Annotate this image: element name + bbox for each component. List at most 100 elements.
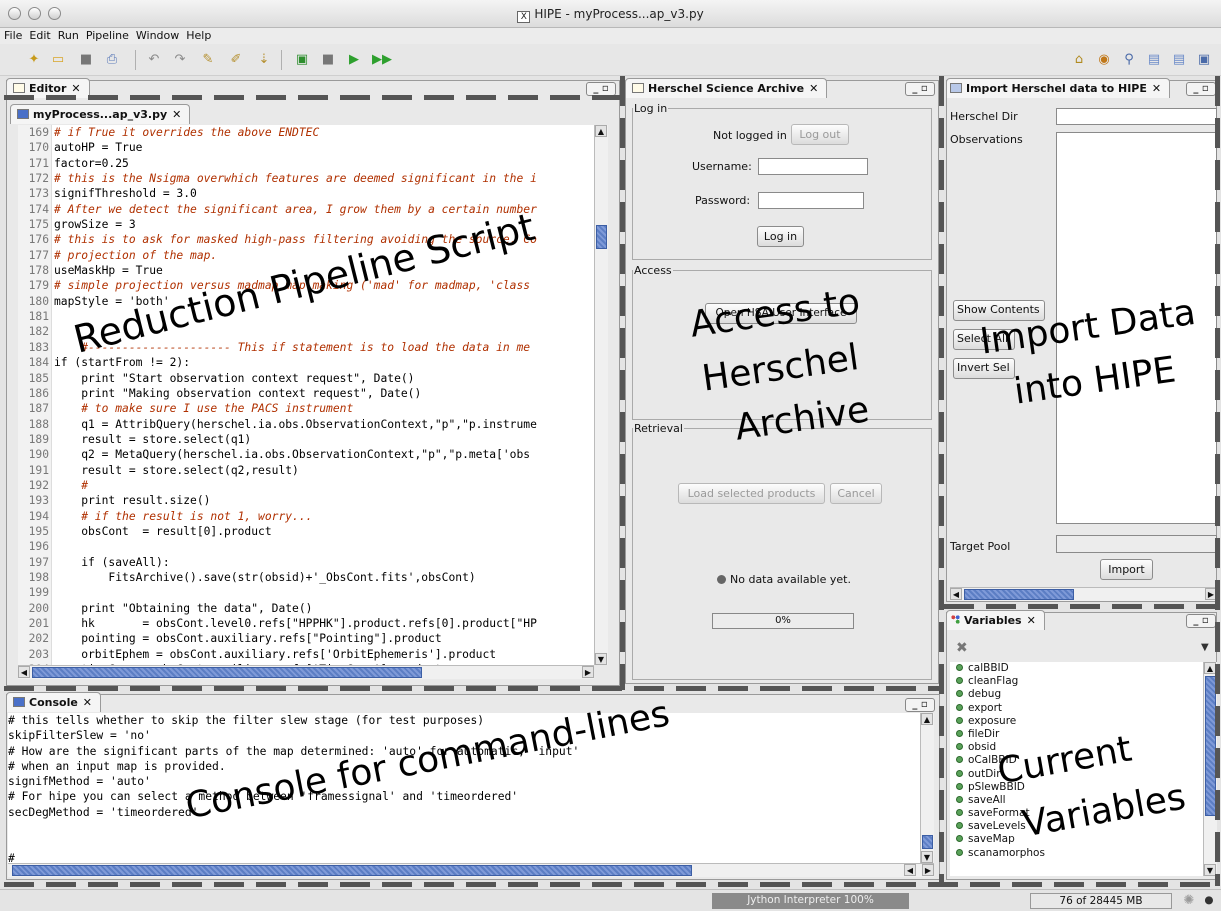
print-icon[interactable]: ⎙: [104, 52, 120, 68]
menu-window[interactable]: Window: [132, 28, 182, 42]
menu-run[interactable]: Run: [54, 28, 82, 42]
show-line-icon[interactable]: ▣: [294, 52, 310, 68]
login-button[interactable]: Log in: [757, 226, 804, 247]
editor-scroll-thumb[interactable]: [596, 225, 607, 249]
tab-hsa[interactable]: Herschel Science Archive ✕: [625, 78, 828, 98]
open-folder-icon[interactable]: ▭: [50, 52, 66, 68]
run-icon[interactable]: ▶: [346, 52, 362, 68]
line-number: 174: [28, 202, 49, 216]
redo-icon[interactable]: ↷: [172, 52, 188, 68]
console-scroll-down-icon[interactable]: ▼: [921, 851, 933, 863]
line-number: 173: [28, 187, 49, 201]
variable-item[interactable]: exposure: [950, 715, 1203, 728]
console-scroll-up-icon[interactable]: ▲: [921, 713, 933, 725]
line-number: 169: [28, 126, 49, 139]
import-scroll-left-icon[interactable]: ◀: [950, 588, 962, 600]
scroll-left-arrow-icon[interactable]: ◀: [18, 666, 30, 678]
cancel-button[interactable]: Cancel: [830, 483, 882, 504]
editor-horizontal-scrollbar[interactable]: ◀ ▶: [18, 665, 594, 679]
import-horizontal-scrollbar[interactable]: ◀ ▶: [950, 587, 1217, 601]
login-status: Not logged in: [713, 129, 787, 142]
gc-icon[interactable]: ●: [1202, 893, 1216, 909]
variable-item[interactable]: export: [950, 702, 1203, 715]
code-editor[interactable]: 169 170 171 172 173 174 175 176 177 178 179 180 181 1…: [18, 125, 598, 665]
tab-file[interactable]: myProcess...ap_v3.py ✕: [10, 104, 191, 124]
editor-minmax-button[interactable]: _ ▫: [586, 82, 616, 96]
console-minmax-button[interactable]: _ ▫: [905, 698, 935, 712]
code-line: # if True it overrides the above ENDTEC: [54, 126, 320, 139]
line-number: 199: [28, 586, 49, 600]
editor-vertical-scrollbar[interactable]: ▲ ▼: [594, 125, 608, 665]
console-horizontal-scrollbar[interactable]: ◀ ▶: [8, 863, 934, 877]
password-field[interactable]: [758, 192, 864, 209]
line-number: 170: [28, 141, 49, 155]
tab-variables[interactable]: Variables ✕: [946, 610, 1045, 630]
variable-item[interactable]: debug: [950, 688, 1203, 701]
import-hscroll-thumb[interactable]: [964, 589, 1074, 600]
save-icon[interactable]: ■: [78, 52, 94, 68]
window-title-bar: X HIPE - myProcess...ap_v3.py: [0, 0, 1221, 28]
console-vertical-scrollbar[interactable]: ▲ ▼: [920, 713, 934, 863]
tab-import[interactable]: Import Herschel data to HIPE ✕: [946, 78, 1171, 98]
variable-name: fileDir: [968, 727, 1000, 740]
run-line-icon[interactable]: ✐: [228, 52, 244, 68]
menu-help[interactable]: Help: [182, 28, 214, 42]
home-icon[interactable]: ⌂: [1071, 52, 1087, 68]
variable-item[interactable]: scanamorphos: [950, 847, 1203, 860]
herschel-dir-field[interactable]: [1056, 108, 1217, 125]
no-data-status: No data available yet.: [717, 573, 851, 586]
logout-button[interactable]: Log out: [791, 124, 849, 145]
tab-console[interactable]: Console ✕: [6, 692, 102, 712]
new-file-icon[interactable]: ✦: [26, 52, 42, 68]
menu-edit[interactable]: Edit: [25, 28, 53, 42]
search-perspective-icon[interactable]: ◉: [1096, 52, 1112, 68]
observations-label: Observations: [950, 133, 1023, 146]
username-field[interactable]: [758, 158, 868, 175]
stop-icon[interactable]: ■: [320, 52, 336, 68]
close-file-icon[interactable]: ✕: [172, 108, 181, 121]
variables-menu-icon[interactable]: ▼: [1201, 642, 1209, 653]
step-icon[interactable]: ⇣: [256, 52, 272, 68]
import-minmax-button[interactable]: _ ▫: [1186, 82, 1216, 96]
code-line: print "Obtaining the data", Date(): [54, 601, 313, 615]
close-variables-icon[interactable]: ✕: [1027, 614, 1036, 627]
scroll-down-arrow-icon[interactable]: ▼: [595, 653, 607, 665]
perspective-2-icon[interactable]: ▤: [1171, 52, 1187, 68]
close-import-icon[interactable]: ✕: [1152, 82, 1161, 95]
close-hsa-icon[interactable]: ✕: [809, 82, 818, 95]
undo-icon[interactable]: ↶: [146, 52, 162, 68]
console-hscroll-thumb[interactable]: [12, 865, 692, 876]
scroll-right-arrow-icon[interactable]: ▶: [582, 666, 594, 678]
delete-variable-icon[interactable]: ✖: [956, 640, 968, 656]
variable-item[interactable]: cleanFlag: [950, 675, 1203, 688]
console-scroll-thumb[interactable]: [922, 835, 933, 849]
code-text[interactable]: # if True it overrides the above ENDTEC a…: [54, 125, 598, 665]
code-line: # to make sure I use the PACS instrument: [54, 402, 354, 416]
perspective-3-icon[interactable]: ▣: [1196, 52, 1212, 68]
run-all-icon[interactable]: ✎: [200, 52, 216, 68]
variable-item[interactable]: calBBID: [950, 662, 1203, 675]
variable-icon: [956, 690, 963, 698]
variable-icon: [956, 716, 963, 724]
console-line: # this tells whether to skip the filter …: [8, 714, 485, 727]
perspective-1-icon[interactable]: ▤: [1146, 52, 1162, 68]
hsa-minmax-button[interactable]: _ ▫: [905, 82, 935, 96]
editor-hscroll-thumb[interactable]: [32, 667, 422, 678]
load-products-button[interactable]: Load selected products: [678, 483, 825, 504]
scroll-up-arrow-icon[interactable]: ▲: [595, 125, 607, 137]
console-scroll-right-icon[interactable]: ▶: [922, 864, 934, 876]
status-bar: Jython Interpreter 100% 76 of 28445 MB ✺…: [0, 889, 1221, 911]
target-pool-field[interactable]: [1056, 535, 1217, 553]
close-editor-icon[interactable]: ✕: [71, 82, 80, 95]
menu-pipeline[interactable]: Pipeline: [82, 28, 132, 42]
run-all-green-icon[interactable]: ▶▶: [372, 52, 392, 68]
console-scroll-left-icon[interactable]: ◀: [904, 864, 916, 876]
close-console-icon[interactable]: ✕: [83, 696, 92, 709]
zoom-icon[interactable]: ⚲: [1121, 52, 1137, 68]
import-button[interactable]: Import: [1100, 559, 1153, 580]
import-icon: [950, 83, 962, 93]
variables-minmax-button[interactable]: _ ▫: [1186, 614, 1216, 628]
menu-file[interactable]: File: [0, 28, 25, 42]
herschel-dir-label: Herschel Dir: [950, 110, 1018, 123]
right-edge-divider: [1215, 76, 1220, 886]
